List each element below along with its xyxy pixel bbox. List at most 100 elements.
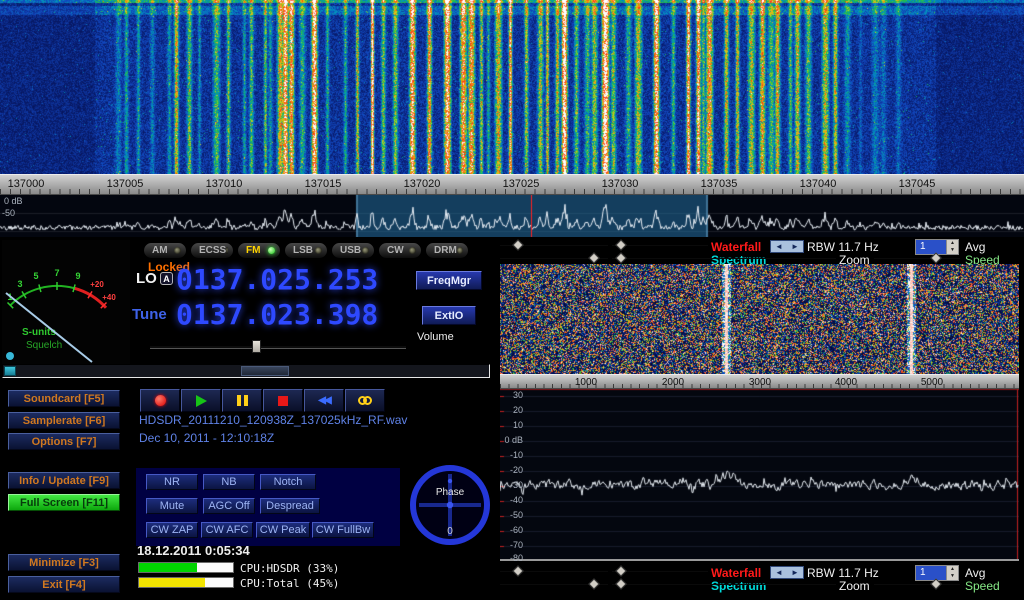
- slider-handle[interactable]: [615, 578, 626, 589]
- mode-button-fm[interactable]: FM: [237, 242, 281, 259]
- slider-handle[interactable]: [512, 239, 523, 250]
- arrow-right-icon[interactable]: ►: [791, 568, 799, 577]
- mode-button-cw[interactable]: CW: [378, 242, 422, 259]
- mode-label: FM: [246, 245, 260, 256]
- freq-label-137040: 137040: [800, 178, 837, 190]
- cpu-total-bar: [138, 577, 234, 588]
- db-label: 30: [500, 390, 523, 400]
- record-button[interactable]: [140, 389, 180, 412]
- tuning-scroll-slider[interactable]: [2, 364, 490, 378]
- svg-text:3: 3: [17, 279, 22, 289]
- cw-zap-button[interactable]: CW ZAP: [146, 522, 198, 538]
- main-waterfall-display[interactable]: [0, 0, 1024, 174]
- svg-text:5: 5: [33, 271, 38, 281]
- squelch-marker-dot[interactable]: [6, 352, 14, 360]
- agc-button[interactable]: AGC Off: [203, 498, 255, 514]
- aux-frequency-ruler[interactable]: 1000 2000 3000 4000 5000: [500, 374, 1019, 389]
- cpu-total-text: CPU:Total (45%): [240, 577, 339, 590]
- slider-handle[interactable]: [588, 578, 599, 589]
- mode-button-am[interactable]: AM: [143, 242, 187, 259]
- nb-button[interactable]: NB: [203, 474, 255, 490]
- extio-button[interactable]: ExtIO: [422, 306, 476, 325]
- mode-button-usb[interactable]: USB: [331, 242, 375, 259]
- aux-spectrum-display[interactable]: 30 20 10 0 dB -10 -20 -30 -40 -50 -60 -7…: [500, 389, 1019, 561]
- db-label: -10: [500, 450, 523, 460]
- stop-button[interactable]: [263, 389, 303, 412]
- cw-peak-button[interactable]: CW Peak: [256, 522, 310, 538]
- main-spectrum-canvas[interactable]: [0, 195, 1024, 237]
- lo-lock-badge[interactable]: A: [160, 272, 173, 285]
- full-screen-button[interactable]: Full Screen [F11]: [8, 494, 120, 511]
- waterfall-brightness-slider-bottom[interactable]: [500, 565, 608, 577]
- db-label: 20: [500, 405, 523, 415]
- volume-slider-handle[interactable]: [252, 340, 261, 353]
- rewind-icon: ◀◀: [318, 395, 329, 406]
- mode-button-drm[interactable]: DRM: [425, 242, 469, 259]
- volume-slider-track[interactable]: [150, 345, 406, 349]
- spin-up-icon[interactable]: ▲: [947, 240, 958, 247]
- slider-handle[interactable]: [512, 565, 523, 576]
- phase-dial[interactable]: Phase 0: [408, 462, 492, 548]
- waterfall-contrast-slider-bottom[interactable]: [612, 565, 708, 577]
- nr-button[interactable]: NR: [146, 474, 198, 490]
- arrow-right-icon[interactable]: ►: [791, 242, 799, 251]
- db-label: -50: [500, 510, 523, 520]
- mode-label: USB: [340, 245, 361, 256]
- speed-slider-top[interactable]: [874, 252, 960, 264]
- tune-frequency-display[interactable]: 0137.023.398: [176, 298, 378, 331]
- arrow-left-icon[interactable]: ◄: [775, 568, 783, 577]
- info-update-button[interactable]: Info / Update [F9]: [8, 472, 120, 489]
- slider-left-cap[interactable]: [4, 366, 16, 376]
- slider-handle[interactable]: [615, 565, 626, 576]
- main-spectrum-display[interactable]: 0 dB -50: [0, 195, 1024, 237]
- aux-spectrum-canvas[interactable]: [500, 389, 1019, 559]
- aux-waterfall-display[interactable]: [500, 264, 1019, 374]
- freq-label-137030: 137030: [602, 178, 639, 190]
- despread-button[interactable]: Despread: [260, 498, 320, 514]
- spin-up-icon[interactable]: ▲: [947, 566, 958, 573]
- slider-handle[interactable]: [930, 578, 941, 589]
- rewind-button[interactable]: ◀◀: [304, 389, 344, 412]
- lo-frequency-display[interactable]: 0137.025.253: [176, 263, 378, 296]
- spectrum-ref-slider-top[interactable]: [500, 252, 608, 264]
- pause-button[interactable]: [222, 389, 262, 412]
- recording-filename: HDSDR_20111210_120938Z_137025kHz_RF.wav: [139, 413, 407, 427]
- waterfall-contrast-slider-top[interactable]: [612, 239, 708, 251]
- slider-handle[interactable]: [930, 252, 941, 263]
- minimize-button[interactable]: Minimize [F3]: [8, 554, 120, 571]
- freq-label-137035: 137035: [701, 178, 738, 190]
- avg-label-bottom: Avg: [965, 566, 985, 580]
- slider-handle[interactable]: [615, 239, 626, 250]
- mode-button-lsb[interactable]: LSB: [284, 242, 328, 259]
- loop-button[interactable]: [345, 389, 385, 412]
- cpu-hdsdr-text: CPU:HDSDR (33%): [240, 562, 339, 575]
- mode-button-ecss[interactable]: ECSS: [190, 242, 234, 259]
- squelch-label[interactable]: Squelch: [26, 340, 62, 351]
- play-button[interactable]: [181, 389, 221, 412]
- arrow-left-icon[interactable]: ◄: [775, 242, 783, 251]
- notch-button[interactable]: Notch: [260, 474, 316, 490]
- zoom-slider-bottom[interactable]: [612, 578, 836, 590]
- spectrum-ref-slider-bottom[interactable]: [500, 578, 608, 590]
- freq-label-137015: 137015: [305, 178, 342, 190]
- options-button[interactable]: Options [F7]: [8, 433, 120, 450]
- slider-handle[interactable]: [615, 252, 626, 263]
- play-icon: [196, 395, 207, 407]
- mode-led-icon: [226, 247, 228, 254]
- lo-label: LO: [136, 270, 157, 287]
- cw-afc-button[interactable]: CW AFC: [201, 522, 253, 538]
- slider-handle[interactable]: [241, 366, 289, 376]
- soundcard-button[interactable]: Soundcard [F5]: [8, 390, 120, 407]
- speed-slider-bottom[interactable]: [874, 578, 960, 590]
- mute-button[interactable]: Mute: [146, 498, 198, 514]
- main-frequency-ruler[interactable]: 137000 137005 137010 137015 137020 13702…: [0, 174, 1024, 195]
- cw-fullbw-button[interactable]: CW FullBw: [312, 522, 374, 538]
- samplerate-button[interactable]: Samplerate [F6]: [8, 412, 120, 429]
- slider-handle[interactable]: [588, 252, 599, 263]
- zoom-slider-top[interactable]: [612, 252, 836, 264]
- freqmgr-button[interactable]: FreqMgr: [416, 271, 482, 290]
- recording-timestamp: Dec 10, 2011 - 12:10:18Z: [139, 431, 274, 445]
- exit-button[interactable]: Exit [F4]: [8, 576, 120, 593]
- db-label: 0 dB: [500, 435, 523, 445]
- waterfall-brightness-slider-top[interactable]: [500, 239, 608, 251]
